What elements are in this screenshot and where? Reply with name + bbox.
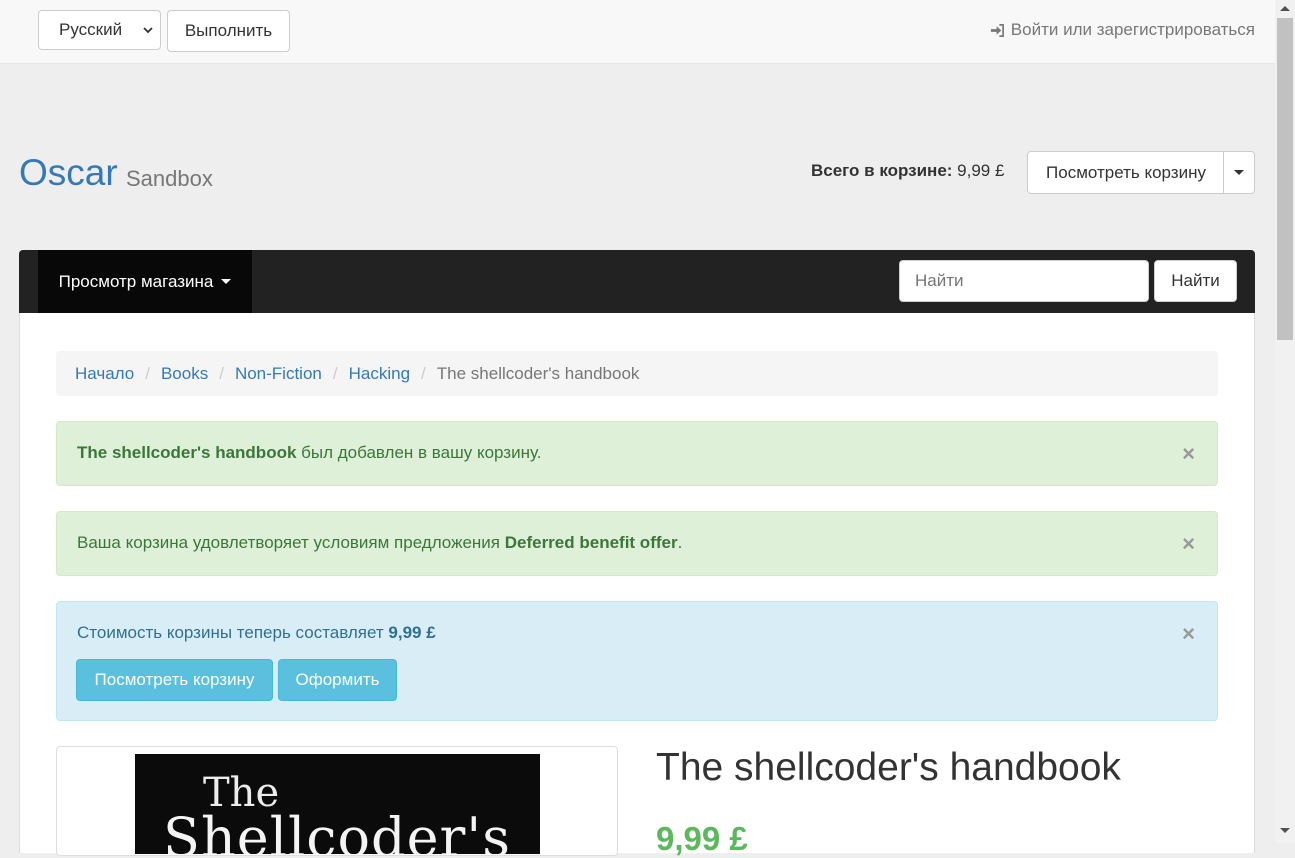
breadcrumb: Начало / Books / Non-Fiction / Hacking /…: [56, 351, 1218, 396]
close-icon[interactable]: ×: [1182, 443, 1195, 465]
view-basket-button[interactable]: Посмотреть корзину: [1027, 151, 1225, 194]
language-select-value: Русский: [59, 20, 123, 39]
scroll-up-icon[interactable]: [1280, 6, 1290, 11]
brand-subtitle: Sandbox: [126, 166, 213, 191]
breadcrumb-separator: /: [145, 363, 150, 383]
breadcrumb-separator: /: [421, 363, 426, 383]
alert-info-text: Стоимость корзины теперь составляет: [77, 623, 389, 642]
alert-added-text: был добавлен в вашу корзину.: [296, 443, 542, 462]
alert-offer: Ваша корзина удовлетворяет условиям пред…: [56, 511, 1218, 576]
alert-info-message: Стоимость корзины теперь составляет 9,99…: [77, 623, 436, 643]
basket-total: Всего в корзине: 9,99 £: [811, 161, 1004, 181]
search-input[interactable]: [899, 260, 1149, 302]
caret-down-icon: [221, 279, 232, 284]
breadcrumb-separator: /: [332, 363, 338, 383]
browse-store-label: Просмотр магазина: [58, 271, 214, 291]
alert-offer-message: Ваша корзина удовлетворяет условиям пред…: [77, 533, 682, 553]
alert-offer-suffix: .: [677, 533, 683, 552]
breadcrumb-hacking[interactable]: Hacking: [349, 364, 410, 384]
basket-total-value: 9,99 £: [957, 161, 1005, 180]
alert-info-amount: 9,99 £: [388, 623, 436, 642]
breadcrumb-non-fiction[interactable]: Non-Fiction: [235, 364, 322, 384]
close-icon[interactable]: ×: [1182, 623, 1195, 645]
scroll-down-icon[interactable]: [1280, 828, 1290, 833]
language-select[interactable]: Русский: [38, 10, 161, 50]
language-submit-button[interactable]: Выполнить: [167, 10, 290, 52]
basket-dropdown-toggle[interactable]: [1223, 151, 1255, 194]
scrollbar-thumb[interactable]: [1277, 18, 1293, 340]
cover-title-line2: Shellcoder's: [163, 806, 511, 854]
product-cover-image[interactable]: The Shellcoder's: [135, 754, 540, 854]
caret-down-icon: [1234, 170, 1244, 175]
breadcrumb-home[interactable]: Начало: [75, 364, 134, 384]
sign-in-icon: [990, 23, 1004, 37]
alert-offer-name[interactable]: Deferred benefit offer: [505, 533, 678, 552]
breadcrumb-current: The shellcoder's handbook: [436, 363, 640, 383]
chevron-down-icon: [143, 27, 153, 34]
login-link-label: Войти или зарегистрироваться: [1010, 20, 1255, 39]
close-icon[interactable]: ×: [1182, 533, 1195, 555]
product-price: 9,99 £: [656, 820, 748, 857]
breadcrumb-books[interactable]: Books: [161, 364, 208, 384]
alert-added-to-basket: The shellcoder's handbook был добавлен в…: [56, 421, 1218, 486]
alert-added-message: The shellcoder's handbook был добавлен в…: [77, 443, 542, 463]
breadcrumb-separator: /: [219, 363, 224, 383]
alert-offer-text: Ваша корзина удовлетворяет условиям пред…: [77, 533, 505, 552]
brand-logo[interactable]: Oscar: [19, 152, 118, 194]
alert-view-basket-button[interactable]: Посмотреть корзину: [76, 659, 273, 701]
alert-added-product: The shellcoder's handbook: [77, 443, 297, 462]
product-title: The shellcoder's handbook: [656, 746, 1121, 789]
login-link[interactable]: Войти или зарегистрироваться: [990, 20, 1255, 40]
search-button[interactable]: Найти: [1154, 260, 1237, 302]
browse-store-menu[interactable]: Просмотр магазина: [38, 250, 252, 313]
checkout-button[interactable]: Оформить: [278, 659, 397, 701]
basket-total-label: Всего в корзине:: [811, 161, 953, 180]
